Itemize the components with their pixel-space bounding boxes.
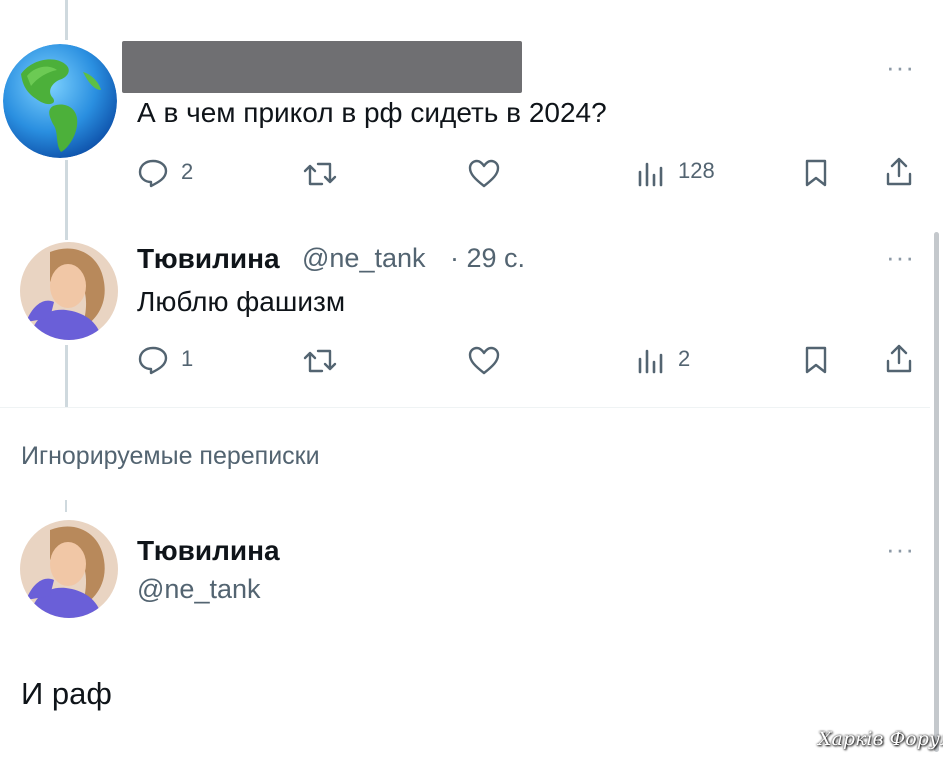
reply-count: 2 bbox=[181, 159, 194, 184]
watermark: Харків Форум bbox=[818, 728, 943, 750]
share-icon[interactable] bbox=[884, 156, 914, 188]
more-options-button[interactable]: ··· bbox=[886, 52, 915, 83]
bookmark-icon[interactable] bbox=[804, 345, 828, 375]
more-options-button[interactable]: ··· bbox=[886, 242, 915, 273]
redacted-name bbox=[122, 41, 522, 93]
thread-line bbox=[65, 160, 68, 240]
views-count: 2 bbox=[678, 346, 691, 371]
views-count: 128 bbox=[678, 158, 715, 183]
reply-count: 1 bbox=[181, 346, 194, 371]
repost-icon[interactable] bbox=[302, 347, 338, 375]
like-icon[interactable] bbox=[467, 346, 501, 376]
scrollbar[interactable] bbox=[934, 232, 939, 752]
user-handle[interactable]: @ne_tank bbox=[137, 574, 261, 605]
bookmark-icon[interactable] bbox=[804, 158, 828, 188]
repost-icon[interactable] bbox=[302, 160, 338, 188]
globe-avatar[interactable] bbox=[3, 44, 117, 158]
like-icon[interactable] bbox=[467, 159, 501, 189]
tweet-text: И раф bbox=[21, 676, 112, 711]
ignored-conversations-title: Игнорируемые переписки bbox=[21, 442, 320, 470]
display-name[interactable]: Тювилина bbox=[137, 535, 280, 567]
reply-icon[interactable] bbox=[137, 345, 169, 375]
woman-avatar[interactable] bbox=[20, 520, 118, 618]
woman-avatar[interactable] bbox=[20, 242, 118, 340]
views-icon[interactable] bbox=[635, 345, 667, 375]
divider bbox=[0, 407, 930, 408]
views-icon[interactable] bbox=[635, 158, 667, 188]
reply-icon[interactable] bbox=[137, 158, 169, 188]
more-options-button[interactable]: ··· bbox=[886, 534, 915, 565]
share-icon[interactable] bbox=[884, 343, 914, 375]
tweet-text: А в чем прикол в рф сидеть в 2024? bbox=[137, 97, 607, 128]
timestamp[interactable]: · 29 с. bbox=[450, 243, 525, 274]
user-handle[interactable]: @ne_tank bbox=[302, 243, 426, 274]
thread-line bbox=[65, 345, 68, 407]
tweet-text: Люблю фашизм bbox=[137, 286, 346, 317]
display-name[interactable]: Тювилина bbox=[137, 243, 280, 275]
thread-line bbox=[65, 0, 68, 40]
thread-line bbox=[65, 500, 67, 512]
